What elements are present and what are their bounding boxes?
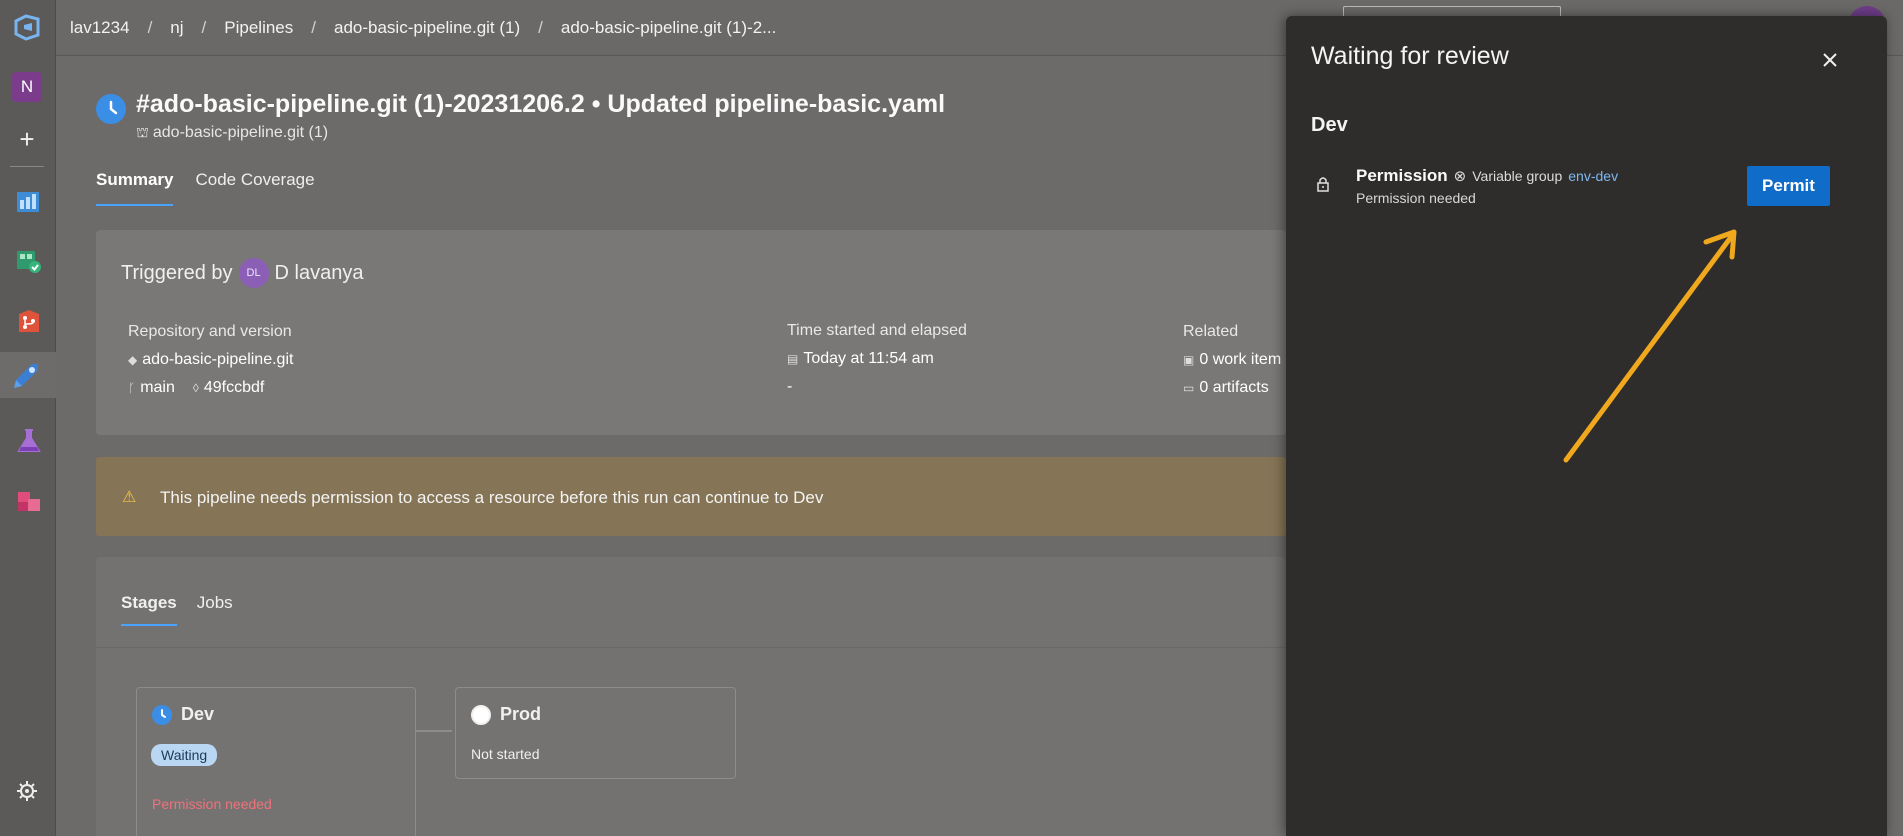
close-icon[interactable] [1816, 46, 1844, 74]
status-badge: Waiting [151, 744, 218, 766]
test-plans-icon[interactable] [10, 424, 44, 458]
permission-warning-banner: ⚠ This pipeline needs permission to acce… [96, 457, 1286, 536]
resource-link[interactable]: env-dev [1568, 168, 1618, 184]
artifact-icon: ▭ [1183, 381, 1195, 395]
lock-icon [1317, 177, 1329, 192]
triggered-by-label: Triggered by [121, 261, 233, 284]
work-items-count: 0 work item [1199, 351, 1282, 368]
time-started-value: Today at 11:54 am [803, 350, 934, 367]
settings-gear-icon[interactable] [16, 780, 38, 802]
breadcrumb-pipelines[interactable]: Pipelines [224, 18, 293, 38]
stages-tabs: Stages Jobs [121, 593, 253, 626]
not-started-icon [471, 704, 491, 725]
warning-icon: ⚠ [122, 489, 137, 506]
triggered-by-user[interactable]: D lavanya [275, 262, 364, 285]
repository-link[interactable]: ◆ ado-basic-pipeline.git [128, 351, 293, 369]
check-name: Permission [1356, 166, 1448, 185]
new-item-icon[interactable]: + [14, 126, 40, 152]
breadcrumb-separator: / [538, 18, 543, 37]
commit-id[interactable]: 49fccbdf [204, 379, 264, 397]
rail-divider [10, 166, 44, 167]
run-tabs: Summary Code Coverage [96, 170, 337, 206]
overview-icon[interactable] [10, 184, 44, 218]
stage-connector [416, 730, 452, 732]
breadcrumb-org[interactable]: lav1234 [70, 18, 130, 38]
time-label: Time started and elapsed [787, 322, 967, 339]
time-section: Time started and elapsed ▤ Today at 11:54… [787, 322, 967, 406]
stages-card: Stages Jobs Dev Waiting Permission neede… [96, 557, 1286, 836]
commit-icon: ◊ [192, 381, 199, 395]
calendar-icon: ▤ [787, 352, 799, 366]
branch-icon: ᚴ [128, 381, 136, 395]
run-title: #ado-basic-pipeline.git (1)-20231206.2 •… [136, 90, 946, 118]
branch-name[interactable]: main [140, 379, 175, 397]
repository-name: ado-basic-pipeline.git [142, 351, 294, 368]
branch-commit: ᚴ main ◊ 49fccbdf [128, 379, 293, 397]
panel-title: Waiting for review [1311, 42, 1509, 70]
breadcrumb-pipeline[interactable]: ado-basic-pipeline.git (1) [334, 18, 520, 38]
triggered-by: Triggered by DL D lavanya [121, 258, 363, 288]
repos-icon[interactable] [10, 304, 44, 338]
artifacts-link[interactable]: ▭ 0 artifacts [1183, 379, 1281, 397]
stage-dev[interactable]: Dev Waiting Permission needed [136, 687, 416, 836]
breadcrumb: lav1234 / nj / Pipelines / ado-basic-pip… [70, 18, 776, 38]
breadcrumb-separator: / [147, 18, 153, 37]
breadcrumb-project[interactable]: nj [170, 18, 183, 38]
elapsed-time: - [787, 378, 793, 395]
project-avatar[interactable]: N [12, 72, 42, 102]
tab-jobs[interactable]: Jobs [197, 593, 233, 626]
stages-divider [96, 647, 1286, 648]
resource-type: Variable group [1472, 168, 1563, 184]
related-section: Related ▣ 0 work item ▭ 0 artifacts [1183, 323, 1281, 407]
warning-message: This pipeline needs permission to access… [160, 488, 824, 507]
pipelines-icon[interactable] [0, 352, 56, 398]
check-status: Permission needed [1356, 190, 1476, 206]
repository-section: Repository and version ◆ ado-basic-pipeli… [128, 323, 293, 407]
breadcrumb-separator: / [201, 18, 207, 37]
run-status-clock-icon [96, 94, 126, 124]
variable-group-icon: ⊗ [1453, 168, 1467, 185]
artifacts-icon[interactable] [10, 484, 44, 518]
left-navigation-rail: N + [0, 0, 56, 836]
waiting-for-review-panel: Waiting for review Dev Permission ⊗ Vari… [1286, 16, 1887, 836]
avatar: DL [238, 258, 269, 288]
stage-prod-name: Prod [500, 704, 542, 724]
azure-devops-logo-icon[interactable] [12, 12, 42, 42]
stage-prod-status: Not started [471, 746, 540, 762]
work-items-link[interactable]: ▣ 0 work item [1183, 351, 1281, 369]
related-label: Related [1183, 323, 1239, 340]
tab-summary[interactable]: Summary [96, 170, 174, 206]
artifacts-count: 0 artifacts [1199, 379, 1269, 396]
stage-prod-title: Prod [471, 704, 541, 725]
pipeline-name-label: ado-basic-pipeline.git (1) [152, 124, 329, 141]
stage-prod[interactable]: Prod Not started [455, 687, 736, 779]
review-stage-heading: Dev [1311, 114, 1348, 136]
breadcrumb-separator: / [311, 18, 316, 37]
stage-dev-name: Dev [181, 704, 215, 724]
clock-icon [152, 704, 172, 725]
pipeline-name[interactable]: ⛫ ado-basic-pipeline.git (1) [136, 124, 328, 143]
breadcrumb-run[interactable]: ado-basic-pipeline.git (1)-2... [561, 18, 776, 38]
git-icon: ◆ [128, 353, 138, 367]
tab-code-coverage[interactable]: Code Coverage [195, 170, 314, 206]
permit-button[interactable]: Permit [1747, 166, 1830, 206]
boards-icon[interactable] [10, 244, 44, 278]
stage-dev-note[interactable]: Permission needed [152, 796, 272, 812]
work-item-icon: ▣ [1183, 353, 1195, 367]
tab-stages[interactable]: Stages [121, 593, 177, 626]
time-started: ▤ Today at 11:54 am [787, 350, 967, 368]
summary-card: Triggered by DL D lavanya Repository and… [96, 230, 1286, 435]
repository-label: Repository and version [128, 323, 292, 340]
stage-dev-title: Dev [152, 704, 214, 725]
pipeline-icon: ⛫ [136, 124, 149, 140]
